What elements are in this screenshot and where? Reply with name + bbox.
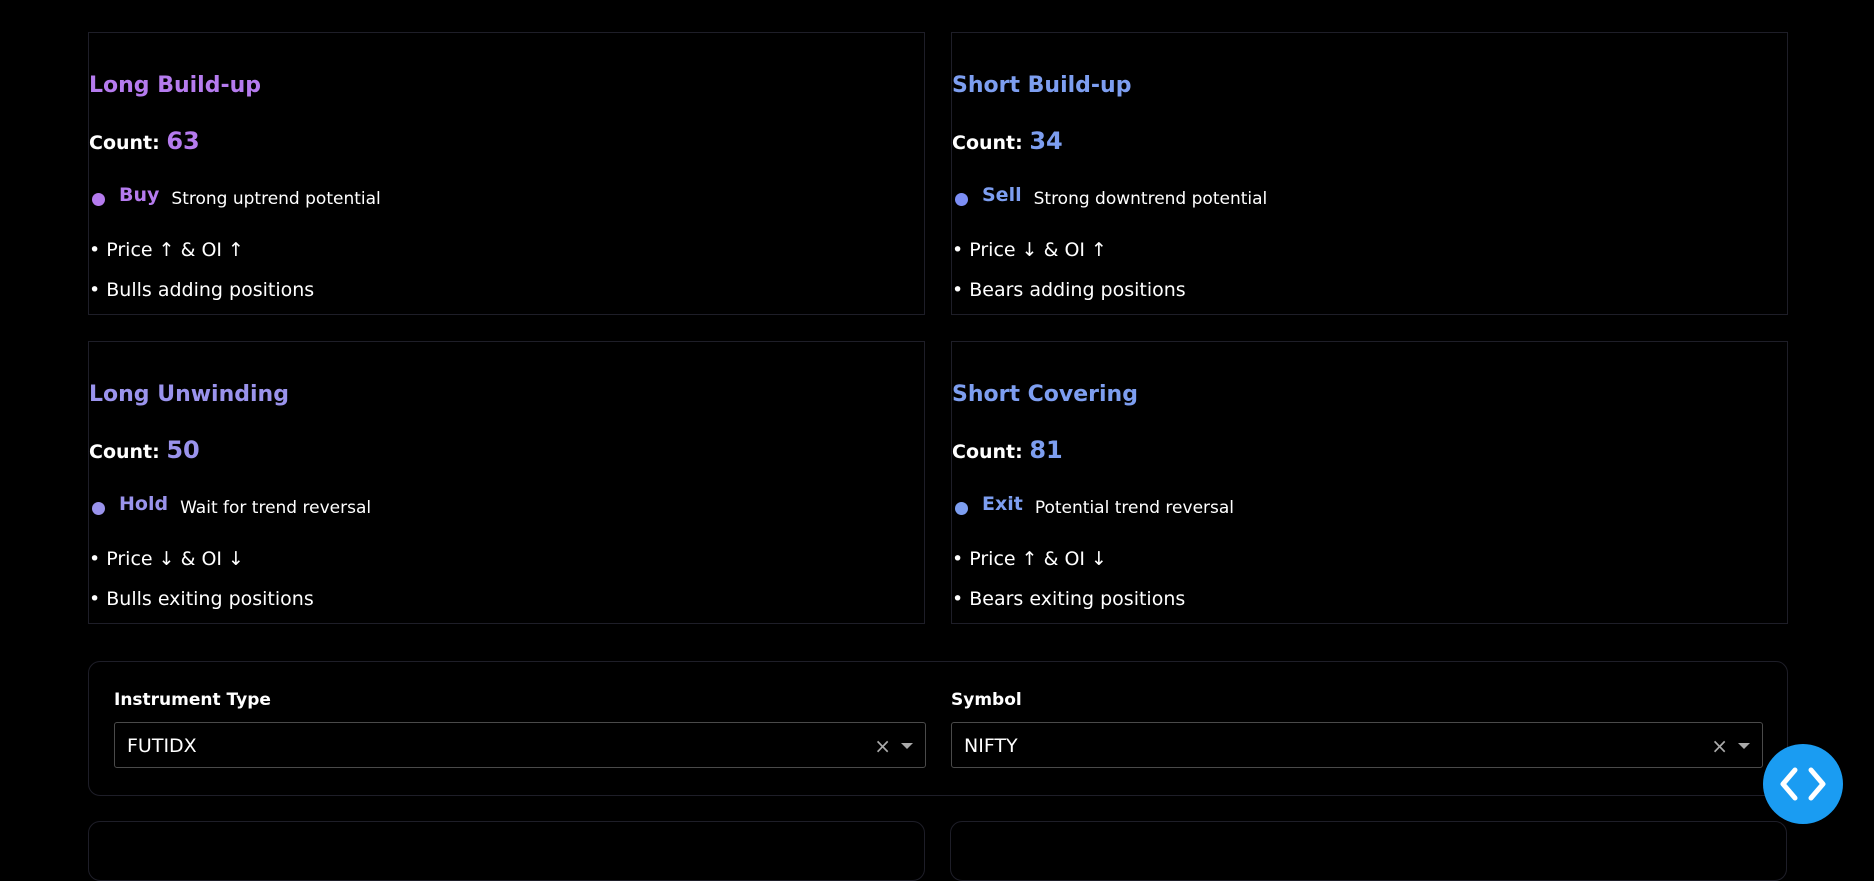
bottom-card-right: [950, 821, 1787, 881]
clear-icon[interactable]: ×: [874, 734, 891, 758]
count-label: Count:: [952, 441, 1023, 463]
signal-label: Hold: [119, 493, 169, 515]
signal-dot-icon: [92, 502, 105, 515]
signal-row: Hold Wait for trend reversal: [89, 493, 372, 518]
oi-analysis-grid: Long Build-up Count: 63 Buy Strong uptre…: [88, 32, 1788, 624]
symbol-select[interactable]: NIFTY ×: [951, 722, 1763, 768]
signal-label: Buy: [119, 184, 160, 206]
bullet-positions: • Bulls exiting positions: [89, 588, 314, 610]
instrument-type-group: Instrument Type FUTIDX ×: [114, 690, 926, 768]
code-toggle-button[interactable]: [1763, 744, 1843, 824]
card-title: Long Unwinding: [89, 382, 289, 407]
instrument-type-select[interactable]: FUTIDX ×: [114, 722, 926, 768]
count-value: 63: [166, 127, 200, 155]
signal-dot-icon: [955, 193, 968, 206]
bullet-positions: • Bulls adding positions: [89, 279, 315, 301]
chevron-down-icon[interactable]: [901, 743, 913, 749]
card-title: Short Covering: [952, 382, 1138, 407]
count-label: Count:: [952, 132, 1023, 154]
count-label: Count:: [89, 441, 160, 463]
instrument-type-value: FUTIDX: [127, 735, 197, 757]
card-title: Short Build-up: [952, 73, 1132, 98]
bullet-price-oi: • Price ↓ & OI ↓: [89, 548, 244, 570]
count-row: Count: 81: [952, 436, 1063, 464]
card-short-covering: Short Covering Count: 81 Exit Potential …: [951, 341, 1788, 624]
bullet-positions: • Bears adding positions: [952, 279, 1186, 301]
signal-description: Strong uptrend potential: [171, 189, 381, 209]
card-short-buildup: Short Build-up Count: 34 Sell Strong dow…: [951, 32, 1788, 315]
bullet-price-oi: • Price ↓ & OI ↑: [952, 239, 1107, 261]
signal-row: Exit Potential trend reversal: [952, 493, 1235, 518]
chevron-down-icon[interactable]: [1738, 743, 1750, 749]
symbol-group: Symbol NIFTY ×: [951, 690, 1763, 768]
count-label: Count:: [89, 132, 160, 154]
count-value: 81: [1029, 436, 1063, 464]
count-value: 50: [166, 436, 200, 464]
signal-label: Sell: [982, 184, 1022, 206]
filter-panel: Instrument Type FUTIDX × Symbol NIFTY ×: [88, 661, 1788, 796]
bottom-card-left: [88, 821, 925, 881]
count-row: Count: 34: [952, 127, 1063, 155]
signal-description: Potential trend reversal: [1034, 498, 1235, 518]
card-title: Long Build-up: [89, 73, 262, 98]
clear-icon[interactable]: ×: [1711, 734, 1728, 758]
signal-description: Strong downtrend potential: [1033, 189, 1268, 209]
instrument-type-label: Instrument Type: [114, 690, 271, 710]
signal-dot-icon: [92, 193, 105, 206]
signal-dot-icon: [955, 502, 968, 515]
signal-row: Buy Strong uptrend potential: [89, 184, 381, 209]
card-long-buildup: Long Build-up Count: 63 Buy Strong uptre…: [88, 32, 925, 315]
bullet-price-oi: • Price ↑ & OI ↑: [89, 239, 244, 261]
bullet-price-oi: • Price ↑ & OI ↓: [952, 548, 1107, 570]
card-long-unwinding: Long Unwinding Count: 50 Hold Wait for t…: [88, 341, 925, 624]
bullet-positions: • Bears exiting positions: [952, 588, 1186, 610]
count-row: Count: 50: [89, 436, 200, 464]
count-value: 34: [1029, 127, 1063, 155]
signal-label: Exit: [982, 493, 1023, 515]
symbol-label: Symbol: [951, 690, 1022, 710]
code-icon: [1780, 767, 1826, 801]
signal-description: Wait for trend reversal: [180, 498, 372, 518]
signal-row: Sell Strong downtrend potential: [952, 184, 1268, 209]
symbol-value: NIFTY: [964, 735, 1018, 757]
count-row: Count: 63: [89, 127, 200, 155]
